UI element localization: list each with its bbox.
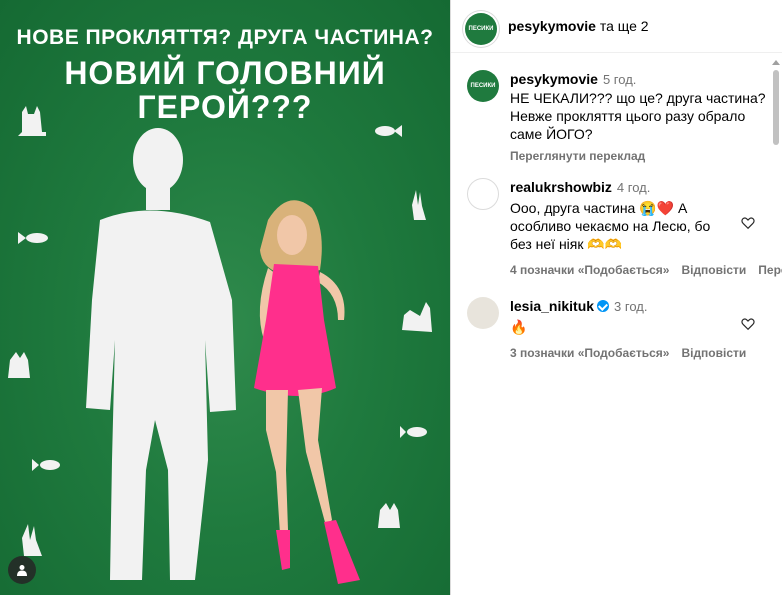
- comment-body: realukrshowbiz 4 год. Ооо, друга частина …: [510, 178, 782, 279]
- woman-figure: [254, 200, 360, 584]
- likes-count[interactable]: 3 позначки «Подобається»: [510, 346, 669, 360]
- header-username-line: pesykymovie та ще 2: [508, 18, 649, 34]
- comment-text: 🔥: [510, 319, 528, 335]
- comment-actions: 3 позначки «Подобається» Відповісти: [510, 344, 746, 362]
- avatar[interactable]: ПЕСИКИ: [467, 70, 499, 102]
- comment-username[interactable]: lesia_nikituk: [510, 298, 594, 314]
- caption-time[interactable]: 5 год.: [603, 72, 636, 87]
- reply-button[interactable]: Відповісти: [681, 263, 746, 277]
- caption-body: pesykymovie 5 год. НЕ ЧЕКАЛИ??? що це? др…: [510, 70, 771, 165]
- user-icon: [17, 565, 27, 576]
- comment-time[interactable]: 4 год.: [617, 180, 650, 195]
- likes-count[interactable]: 4 позначки «Подобається»: [510, 263, 669, 277]
- heart-icon[interactable]: [741, 317, 755, 331]
- comment-body: lesia_nikituk 3 год. 🔥 3 позначки «Подоба…: [510, 297, 746, 362]
- avatar-text: ПЕСИКИ: [468, 26, 494, 32]
- comment-item: lesia_nikituk 3 год. 🔥 3 позначки «Подоба…: [451, 297, 771, 367]
- avatar[interactable]: [467, 297, 499, 329]
- translate-link[interactable]: Переглянути переклад: [510, 147, 771, 165]
- comment-item: realukrshowbiz 4 год. Ооо, друга частина …: [451, 178, 782, 279]
- comment-text: Ооо, друга частина 😭❤️ А особливо чекаєм…: [510, 200, 711, 252]
- comment-username[interactable]: realukrshowbiz: [510, 179, 612, 195]
- post-image[interactable]: НОВЕ ПРОКЛЯТТЯ? ДРУГА ЧАСТИНА? НОВИЙ ГОЛ…: [0, 0, 450, 595]
- avatar-text: ПЕСИКИ: [470, 83, 496, 89]
- caption-text: НЕ ЧЕКАЛИ??? що це? друга частина? Невже…: [510, 90, 766, 142]
- avatar[interactable]: ПЕСИКИ: [465, 13, 497, 45]
- scroll-thumb[interactable]: [773, 70, 779, 145]
- caption-username[interactable]: pesykymovie: [510, 71, 598, 87]
- header-collaborators[interactable]: та ще 2: [600, 18, 649, 34]
- comment-actions: 4 позначки «Подобається» Відповісти Пере: [510, 261, 782, 279]
- tagged-users-button[interactable]: [8, 556, 36, 584]
- comment-time[interactable]: 3 год.: [614, 299, 647, 314]
- decorative-pets: [8, 106, 432, 556]
- caption: ПЕСИКИ pesykymovie 5 год. НЕ ЧЕКАЛИ??? що…: [451, 70, 771, 163]
- post-header: ПЕСИКИ pesykymovie та ще 2: [451, 0, 782, 53]
- scroll-up-arrow[interactable]: [772, 60, 780, 65]
- header-username[interactable]: pesykymovie: [508, 18, 596, 34]
- heart-icon[interactable]: [741, 216, 755, 230]
- reply-button[interactable]: Відповісти: [681, 346, 746, 360]
- verified-icon: [597, 300, 610, 312]
- comments-scrollbar[interactable]: [772, 56, 780, 151]
- avatar[interactable]: [467, 178, 499, 210]
- more-link[interactable]: Пере: [758, 263, 782, 277]
